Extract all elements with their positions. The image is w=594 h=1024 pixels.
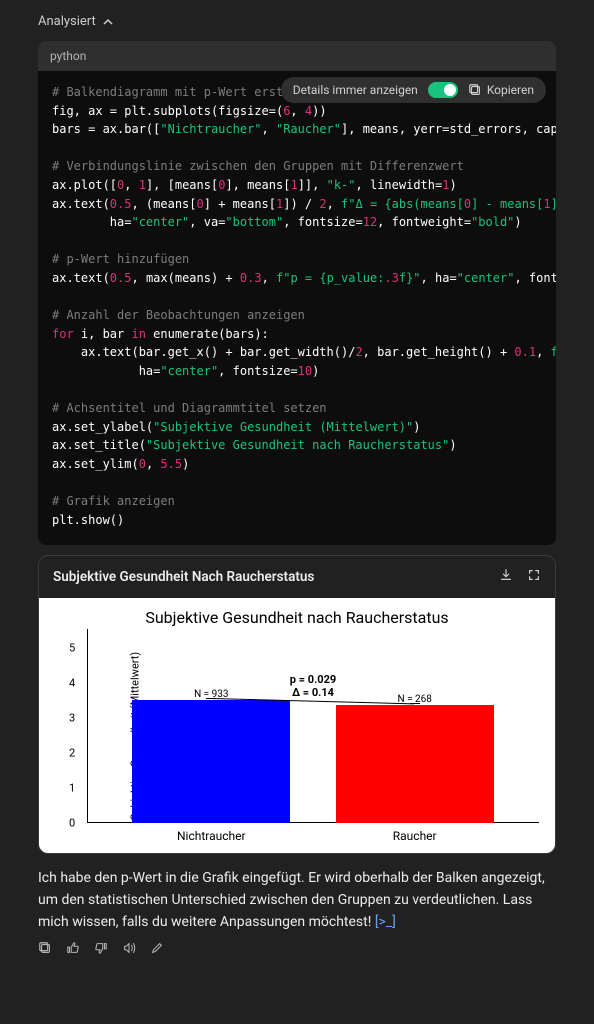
code-block: python Details immer anzeigen Kopieren #… — [38, 41, 556, 545]
analyzed-label: Analysiert — [38, 14, 96, 29]
chart-plot: Subjektive Gesundheit nach Raucherstatus… — [39, 598, 555, 853]
code-cursor-icon: [>_] — [375, 914, 396, 930]
chevron-up-icon — [102, 16, 114, 28]
assistant-message: Ich habe den p-Wert in die Grafik eingef… — [38, 868, 556, 933]
ytick: 4 — [69, 677, 75, 690]
regenerate-button[interactable] — [150, 941, 164, 959]
expand-button[interactable] — [527, 568, 541, 586]
ytick: 3 — [69, 712, 75, 725]
copy-button[interactable]: Kopieren — [468, 83, 534, 97]
p-annotation: p = 0.029 Δ = 0.14 — [290, 673, 336, 699]
copy-icon — [468, 83, 482, 97]
thumbs-up-icon — [66, 941, 80, 955]
thumbs-up-button[interactable] — [66, 941, 80, 959]
copy-icon — [38, 941, 52, 955]
download-button[interactable] — [499, 568, 513, 586]
analyzed-toggle[interactable]: Analysiert — [0, 10, 594, 37]
details-toggle-label: Details immer anzeigen — [293, 83, 418, 97]
expand-icon — [527, 568, 541, 582]
code-toolbar: Details immer anzeigen Kopieren — [281, 77, 546, 103]
speaker-icon — [122, 941, 136, 955]
bar-raucher — [336, 705, 494, 823]
ytick: 0 — [69, 817, 75, 830]
code-lang-label: python — [38, 41, 556, 71]
n-label-1: N = 933 — [194, 689, 228, 700]
thumbs-down-button[interactable] — [94, 941, 108, 959]
n-label-2: N = 268 — [397, 694, 431, 705]
edit-icon — [150, 941, 164, 955]
copy-message-button[interactable] — [38, 941, 52, 959]
x-label-1: Nichtraucher — [177, 829, 246, 843]
copy-label: Kopieren — [487, 83, 534, 97]
download-icon — [499, 568, 513, 582]
chart-title: Subjektive Gesundheit nach Raucherstatus — [45, 604, 549, 629]
ytick: 2 — [69, 747, 75, 760]
read-aloud-button[interactable] — [122, 941, 136, 959]
ytick: 5 — [69, 642, 75, 655]
thumbs-down-icon — [94, 941, 108, 955]
message-actions — [38, 941, 556, 959]
code-content[interactable]: # Balkendiagramm mit p-Wert erstellen fi… — [38, 71, 556, 545]
x-label-2: Raucher — [393, 829, 437, 843]
bar-nichtraucher — [132, 700, 290, 823]
chart-card: Subjektive Gesundheit Nach Raucherstatus… — [38, 555, 556, 854]
chart-card-title: Subjektive Gesundheit Nach Raucherstatus — [53, 569, 314, 585]
ytick: 1 — [69, 782, 75, 795]
details-toggle-switch[interactable] — [428, 82, 458, 98]
